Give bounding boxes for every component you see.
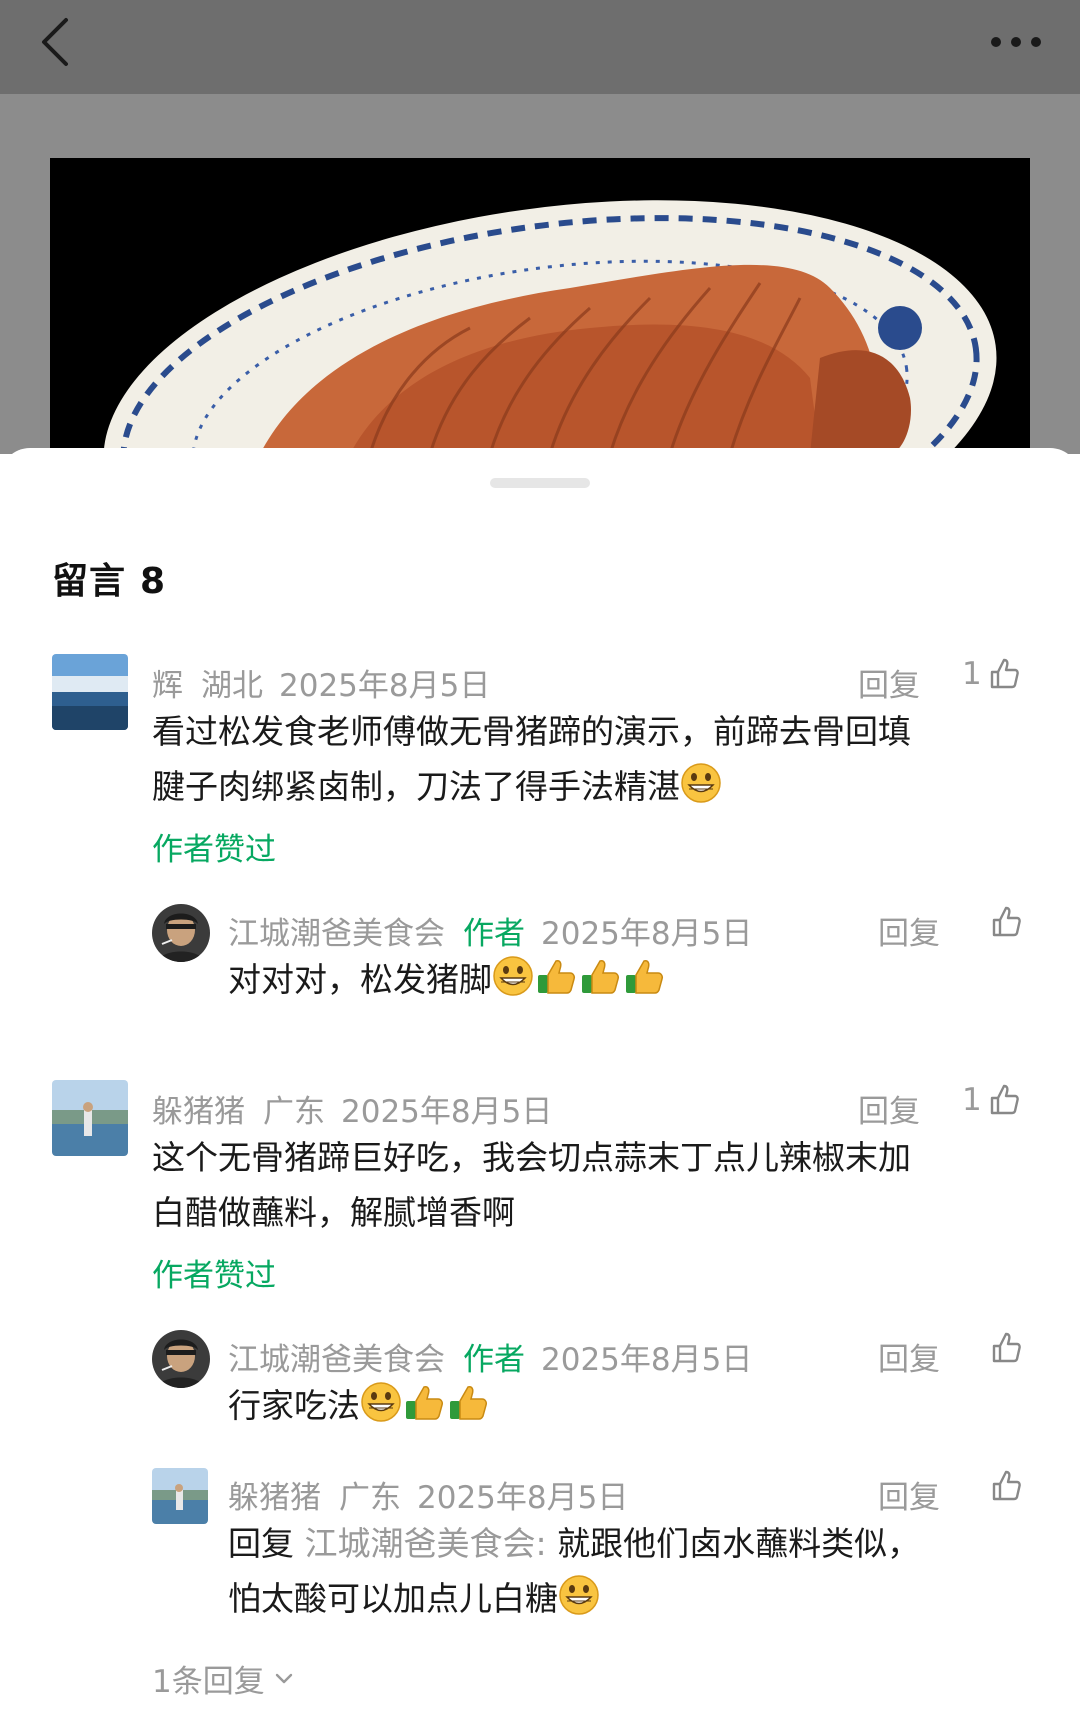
author-liked-tag: 作者赞过 [152,1258,276,1294]
comment-text-line: 这个无骨猪蹄巨好吃，我会切点蒜末丁点儿辣椒末加 [152,1138,911,1177]
commenter-region: 湖北 [201,668,263,704]
comment-text: 看过松发食老师傅做无骨猪蹄的演示，前蹄去骨回填 腱子肉绑紧卤制，刀法了得手法精湛 [152,704,1032,820]
like-button[interactable] [988,904,1024,940]
chevron-down-icon [275,1673,292,1683]
reply-button[interactable]: 回复 [858,660,920,705]
comment-meta: 辉湖北 2025年8月5日 [152,660,490,705]
avatar[interactable] [152,1330,210,1388]
avatar[interactable] [152,904,210,962]
expand-replies-label: 1条回复 [152,1664,265,1700]
reply-meta: 躲猪猪 广东 2025年8月5日 [228,1472,628,1517]
like-button[interactable] [988,1330,1024,1366]
comments-title: 留言 8 [52,552,180,604]
thumbs-up-icon [990,1084,1019,1115]
comment-meta: 躲猪猪 广东 2025年8月5日 [152,1086,552,1131]
author-badge: 作者 [463,916,525,952]
reply-author-name[interactable]: 江城潮爸美食会 [228,1342,445,1378]
sheet-drag-handle[interactable] [490,478,590,488]
reply-author-region: 广东 [339,1480,401,1516]
author-badge: 作者 [463,1342,525,1378]
grinning-emoji [680,762,722,820]
reply-text: 行家吃法 [228,1378,490,1439]
grinning-emoji [558,1574,600,1632]
reply-button[interactable]: 回复 [878,1334,940,1379]
reply-prefix: 回复 [228,1524,294,1563]
comments-title-label: 留言 [52,561,127,602]
comment-text-line: 看过松发食老师傅做无骨猪蹄的演示，前蹄去骨回填 [152,712,911,751]
reply-text: 对对对，松发猪脚 [228,952,666,1013]
like-button[interactable]: 1 [962,1082,1022,1118]
reply-date: 2025年8月5日 [541,916,753,952]
reply-text-content: 行家吃法 [228,1386,360,1425]
thumbs-up-emoji [534,955,578,1013]
like-button[interactable] [988,1468,1024,1504]
reply-button[interactable]: 回复 [878,1472,940,1517]
reply-date: 2025年8月5日 [417,1480,629,1516]
expand-replies-button[interactable]: 1条回复 [152,1656,297,1701]
reply-date: 2025年8月5日 [541,1342,753,1378]
reply-text-content: 怕太酸可以加点儿白糖 [228,1579,558,1618]
avatar[interactable] [52,1080,128,1156]
commenter-name[interactable]: 躲猪猪 [152,1094,245,1130]
more-button[interactable] [986,22,1046,62]
comment-text-line: 白醋做蘸料，解腻增香啊 [152,1193,515,1232]
thumbs-up-icon [992,1470,1021,1501]
reply-text-content: 就跟他们卤水蘸料类似， [557,1524,921,1563]
reply-author-name[interactable]: 江城潮爸美食会 [228,916,445,952]
thumbs-up-emoji [578,955,622,1013]
like-count: 1 [962,656,982,692]
quoted-user-link[interactable]: 江城潮爸美食会: [305,1524,547,1563]
comment-text-line: 腱子肉绑紧卤制，刀法了得手法精湛 [152,759,1032,820]
comment-date: 2025年8月5日 [341,1094,553,1130]
thumbs-up-icon [992,1332,1021,1363]
reply-button[interactable]: 回复 [878,908,940,953]
like-count: 1 [962,1082,982,1118]
reply-text-line: 怕太酸可以加点儿白糖 [228,1571,1038,1632]
back-arrow-icon [42,18,68,66]
back-button[interactable] [34,14,82,70]
thumbs-up-icon [992,906,1021,937]
top-bar [0,0,1080,94]
thumbs-up-icon [990,658,1019,689]
reply-text: 回复 江城潮爸美食会: 就跟他们卤水蘸料类似， 怕太酸可以加点儿白糖 [228,1516,1038,1632]
grinning-emoji [492,955,534,1013]
grinning-emoji [360,1381,402,1439]
author-liked-tag: 作者赞过 [152,832,276,868]
comments-sheet: 留言 8 辉湖北 2025年8月5日 回复 1 看过松发食老师傅做无骨猪蹄的演示，前… [0,448,1080,1721]
thumbs-up-emoji [402,1381,446,1439]
reply-text-line: 回复 江城潮爸美食会: 就跟他们卤水蘸料类似， [228,1516,1038,1571]
comment-text: 这个无骨猪蹄巨好吃，我会切点蒜末丁点儿辣椒末加 白醋做蘸料，解腻增香啊 [152,1130,1032,1240]
reply-text-content: 对对对，松发猪脚 [228,960,492,999]
reply-author-name[interactable]: 躲猪猪 [228,1480,321,1516]
reply-meta: 江城潮爸美食会 作者 2025年8月5日 [228,908,752,953]
commenter-name[interactable]: 辉 [152,668,183,704]
comments-count: 8 [140,561,167,602]
avatar[interactable] [52,654,128,730]
reply-button[interactable]: 回复 [858,1086,920,1131]
article-photo [50,158,1030,454]
comment-text-line-content: 腱子肉绑紧卤制，刀法了得手法精湛 [152,767,680,806]
thumbs-up-emoji [622,955,666,1013]
reply-meta: 江城潮爸美食会 作者 2025年8月5日 [228,1334,752,1379]
avatar[interactable] [152,1468,208,1524]
comment-date: 2025年8月5日 [279,668,491,704]
thumbs-up-emoji [446,1381,490,1439]
commenter-region: 广东 [263,1094,325,1130]
more-dots-icon [991,37,1041,47]
like-button[interactable]: 1 [962,656,1022,692]
